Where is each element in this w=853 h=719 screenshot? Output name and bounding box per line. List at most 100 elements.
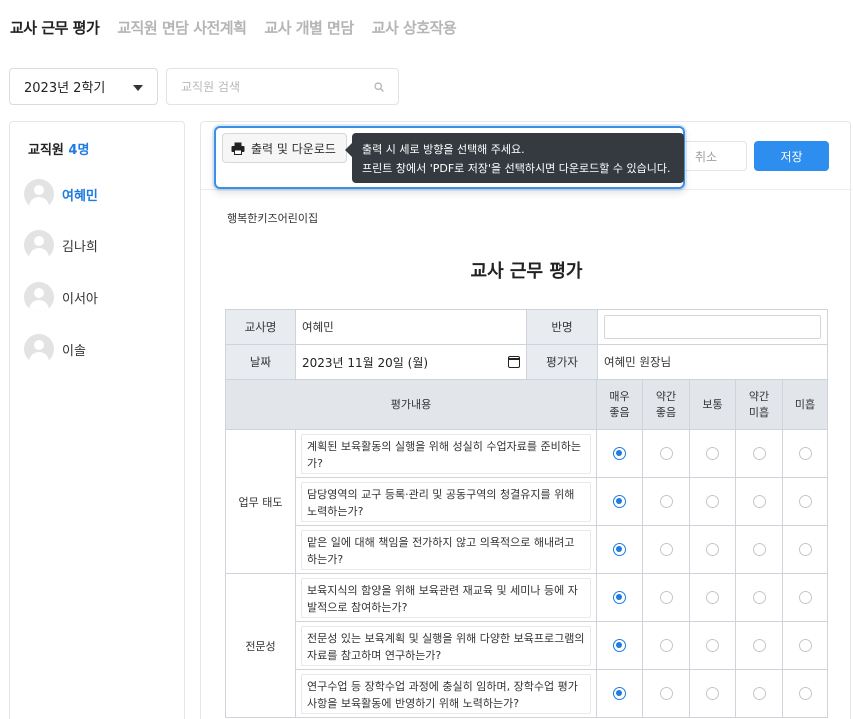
rating-radio[interactable]: [752, 447, 766, 461]
date-field[interactable]: 2023년 11월 20일 (월): [295, 344, 527, 380]
rating-radio[interactable]: [659, 447, 673, 461]
date-label: 날짜: [225, 344, 296, 380]
rating-radio[interactable]: [706, 639, 720, 653]
rating-radio[interactable]: [613, 447, 627, 461]
level-label: 약간 미흡: [748, 389, 770, 419]
level-header: 약간 좋음: [642, 379, 691, 430]
teacher-label: 교사명: [225, 309, 296, 345]
rating-radio[interactable]: [752, 639, 766, 653]
rating-radio[interactable]: [613, 591, 627, 605]
rating-cell: [735, 621, 784, 670]
print-download-button[interactable]: 출력 및 다운로드: [222, 133, 347, 163]
question-text[interactable]: 연구수업 등 장학수업 과정에 충실히 임하며, 장학수업 평가사항을 보육활동…: [301, 673, 592, 714]
rating-cell: [782, 477, 828, 526]
tab-teacher-evaluation[interactable]: 교사 근무 평가: [10, 17, 100, 38]
document-title: 교사 근무 평가: [470, 261, 583, 282]
question-cell: 전문성 있는 보육계획 및 실행을 위해 다양한 보육프로그램의 자료를 참고하…: [294, 621, 598, 670]
rating-cell: [782, 573, 828, 622]
rating-cell: [596, 429, 644, 478]
staff-item-2[interactable]: 이서아: [24, 282, 98, 312]
rating-radio[interactable]: [798, 591, 812, 605]
rating-cell: [642, 525, 691, 574]
rating-radio[interactable]: [613, 639, 627, 653]
rating-cell: [735, 669, 784, 718]
evaluation-row: 전문성 보육지식의 함양을 위해 보육관련 재교육 및 세미나 등에 자발적으로 …: [225, 573, 828, 718]
rating-radio[interactable]: [798, 543, 812, 557]
class-name-input[interactable]: [604, 315, 821, 339]
staff-count-label: 교직원: [28, 143, 64, 158]
staff-name: 여혜민: [62, 188, 98, 204]
avatar: [24, 282, 54, 312]
rating-radio[interactable]: [706, 591, 720, 605]
search-icon[interactable]: [374, 82, 384, 92]
level-label: 보통: [702, 397, 723, 411]
rating-cell: [689, 621, 737, 670]
rating-radio[interactable]: [706, 447, 720, 461]
rating-cell: [642, 573, 691, 622]
rating-radio[interactable]: [752, 687, 766, 701]
question-text[interactable]: 보육지식의 함양을 위해 보육관련 재교육 및 세미나 등에 자발적으로 참여하…: [301, 577, 592, 618]
staff-item-3[interactable]: 이솔: [24, 334, 86, 364]
staff-count-heading: 교직원 4명: [28, 139, 89, 158]
question-text[interactable]: 맡은 일에 대해 책임을 전가하지 않고 의욕적으로 해내려고 하는가?: [301, 529, 592, 570]
rating-cell: [735, 573, 784, 622]
tab-teacher-interview[interactable]: 교사 개별 면담: [264, 17, 354, 38]
rating-radio[interactable]: [798, 447, 812, 461]
rating-radio[interactable]: [659, 639, 673, 653]
tab-staff-interview-plan[interactable]: 교직원 면담 사전계획: [117, 17, 247, 38]
rating-cell: [596, 573, 644, 622]
question-cell: 계획된 보육활동의 실행을 위해 성실히 수업자료를 준비하는가?: [294, 429, 598, 478]
staff-item-1[interactable]: 김나희: [24, 230, 98, 260]
rating-cell: [689, 429, 737, 478]
level-label: 미흡: [794, 397, 816, 411]
rating-radio[interactable]: [752, 543, 766, 557]
calendar-icon[interactable]: [508, 356, 520, 368]
rating-cell: [596, 525, 644, 574]
category-cell: 전문성: [225, 573, 296, 718]
staff-name: 이솔: [62, 343, 86, 359]
rating-radio[interactable]: [613, 543, 627, 557]
class-cell: [597, 309, 828, 345]
staff-search-box: [166, 68, 399, 105]
rating-radio[interactable]: [798, 639, 812, 653]
avatar: [24, 230, 54, 260]
rating-radio[interactable]: [798, 495, 812, 509]
evaluator-value: 여혜민 원장님: [597, 344, 828, 380]
rating-radio[interactable]: [613, 687, 627, 701]
rating-radio[interactable]: [706, 687, 720, 701]
rating-radio[interactable]: [659, 543, 673, 557]
rating-radio[interactable]: [659, 687, 673, 701]
rating-radio[interactable]: [752, 591, 766, 605]
question-cell: 맡은 일에 대해 책임을 전가하지 않고 의욕적으로 해내려고 하는가?: [294, 525, 598, 574]
print-tooltip: 출력 시 세로 방향을 선택해 주세요. 프린트 창에서 'PDF로 저장'을 …: [345, 133, 684, 183]
rating-cell: [642, 621, 691, 670]
evaluation-row: 연구수업 등 장학수업 과정에 충실히 임하며, 장학수업 평가사항을 보육활동…: [226, 669, 828, 718]
rating-radio[interactable]: [659, 591, 673, 605]
rating-cell: [689, 525, 737, 574]
evaluation-row: 담당영역의 교구 등록·관리 및 공동구역의 청결유지를 위해 노력하는가?: [226, 477, 828, 526]
evaluation-row: 업무 태도 계획된 보육활동의 실행을 위해 성실히 수업자료를 준비하는가?: [225, 429, 828, 574]
rating-radio[interactable]: [659, 495, 673, 509]
term-select[interactable]: 2023년 2학기: [9, 68, 158, 105]
caret-down-icon: [133, 85, 143, 91]
question-text[interactable]: 전문성 있는 보육계획 및 실행을 위해 다양한 보육프로그램의 자료를 참고하…: [301, 625, 592, 666]
rating-cell: [596, 621, 644, 670]
rating-radio[interactable]: [798, 687, 812, 701]
rating-radio[interactable]: [706, 543, 720, 557]
rating-cell: [642, 477, 691, 526]
rating-radio[interactable]: [706, 495, 720, 509]
evaluator-label: 평가자: [526, 344, 598, 380]
rating-radio[interactable]: [752, 495, 766, 509]
question-text[interactable]: 계획된 보육활동의 실행을 위해 성실히 수업자료를 준비하는가?: [301, 433, 592, 474]
rating-radio[interactable]: [613, 495, 627, 509]
avatar: [24, 179, 54, 209]
evaluation-row: 전문성 있는 보육계획 및 실행을 위해 다양한 보육프로그램의 자료를 참고하…: [226, 621, 828, 670]
rating-cell: [782, 621, 828, 670]
question-text[interactable]: 담당영역의 교구 등록·관리 및 공동구역의 청결유지를 위해 노력하는가?: [301, 481, 592, 522]
staff-search-input[interactable]: [181, 79, 361, 94]
printer-icon: [231, 142, 245, 155]
staff-item-0[interactable]: 여혜민: [24, 179, 98, 209]
question-cell: 연구수업 등 장학수업 과정에 충실히 임하며, 장학수업 평가사항을 보육활동…: [294, 669, 598, 718]
tab-teacher-interaction[interactable]: 교사 상호작용: [372, 17, 457, 38]
save-button[interactable]: 저장: [754, 141, 829, 171]
